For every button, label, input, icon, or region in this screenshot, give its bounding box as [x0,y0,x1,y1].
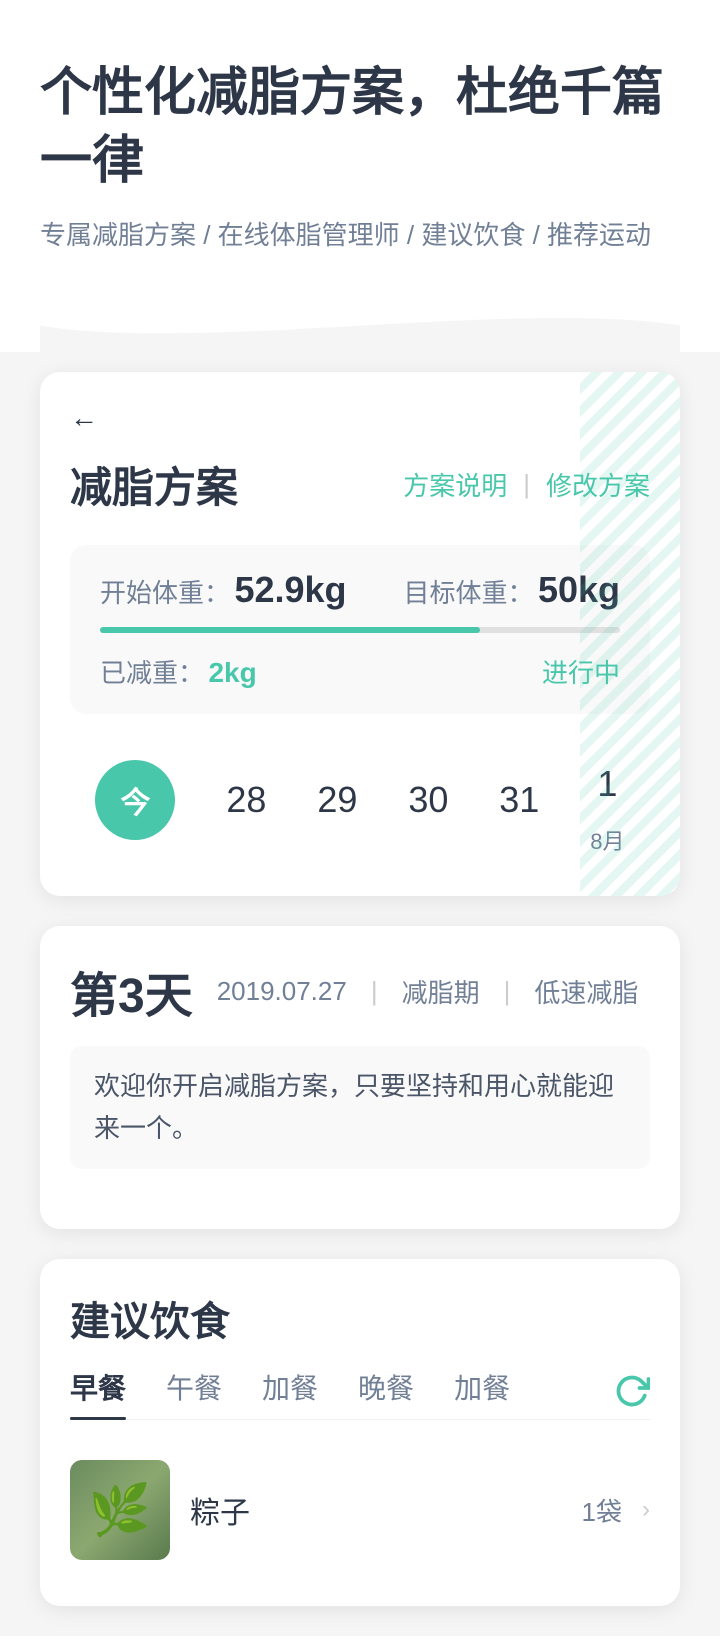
day-tag2: 低速减脂 [534,973,638,1010]
today-circle: 今 [95,760,175,840]
plan-card: ← 减脂方案 方案说明 | 修改方案 开始体重： 52.9kg 目标体重： 50… [40,372,680,896]
tab-dinner[interactable]: 晚餐 [358,1367,414,1419]
food-name: 粽子 [190,1488,562,1532]
sub-title: 专属减脂方案 / 在线体脂管理师 / 建议饮食 / 推荐运动 [40,215,680,252]
food-arrow-icon: › [642,1496,650,1524]
diet-section: 建议饮食 早餐 午餐 加餐 晚餐 加餐 [40,1259,680,1606]
wave-svg [40,299,680,352]
action-explain[interactable]: 方案说明 [403,466,507,503]
card-header: 减脂方案 方案说明 | 修改方案 [70,454,650,515]
action-divider: | [523,469,530,500]
date-31[interactable]: 31 [499,760,539,840]
back-button[interactable]: ← [70,402,98,434]
separator1: | [371,976,378,1007]
progress-bar-container [100,627,620,633]
date-28[interactable]: 28 [226,760,266,840]
weight-row: 开始体重： 52.9kg 目标体重： 50kg [100,569,620,611]
header-section: 个性化减脂方案，杜绝千篇一律 专属减脂方案 / 在线体脂管理师 / 建议饮食 /… [0,0,720,352]
main-title: 个性化减脂方案，杜绝千篇一律 [40,60,680,195]
tab-breakfast[interactable]: 早餐 [70,1367,126,1419]
tab-snack1[interactable]: 加餐 [262,1367,318,1419]
start-weight: 开始体重： 52.9kg [100,569,347,611]
date-aug1[interactable]: 1 8月 [590,744,624,856]
food-thumbnail: 🌿 [70,1460,170,1560]
refresh-button[interactable] [614,1373,650,1414]
date-today[interactable]: 今 [95,760,175,840]
card-title: 减脂方案 [70,454,238,515]
action-modify[interactable]: 修改方案 [546,466,650,503]
day-section: 第3天 2019.07.27 | 减脂期 | 低速减脂 欢迎你开启减脂方案，只要… [40,926,680,1229]
food-quantity: 1袋 [582,1492,622,1529]
day-header: 第3天 2019.07.27 | 减脂期 | 低速减脂 [70,956,650,1026]
weight-card: 开始体重： 52.9kg 目标体重： 50kg 已减重： 2kg 进行中 [70,545,650,714]
food-thumb-inner: 🌿 [70,1460,170,1560]
meal-tabs: 早餐 午餐 加餐 晚餐 加餐 [70,1367,650,1420]
day-tag1: 减脂期 [402,973,480,1010]
card-actions: 方案说明 | 修改方案 [403,466,650,503]
wave-divider [40,292,680,352]
food-item[interactable]: 🌿 粽子 1袋 › [70,1444,650,1576]
day-date: 2019.07.27 [217,976,347,1007]
status-badge: 进行中 [542,653,620,690]
day-number: 第3天 [70,956,193,1026]
tab-snack2[interactable]: 加餐 [454,1367,510,1419]
date-picker: 今 28 29 30 31 1 8月 [70,734,650,866]
date-30[interactable]: 30 [408,760,448,840]
day-message: 欢迎你开启减脂方案，只要坚持和用心就能迎来一个。 [70,1046,650,1169]
date-29[interactable]: 29 [317,760,357,840]
loss-row: 已减重： 2kg 进行中 [100,653,620,690]
target-weight: 目标体重： 50kg [403,569,620,611]
loss-info: 已减重： 2kg [100,653,257,690]
separator2: | [504,976,511,1007]
diet-title: 建议饮食 [70,1289,650,1347]
tab-lunch[interactable]: 午餐 [166,1367,222,1419]
progress-bar-fill [100,627,480,633]
